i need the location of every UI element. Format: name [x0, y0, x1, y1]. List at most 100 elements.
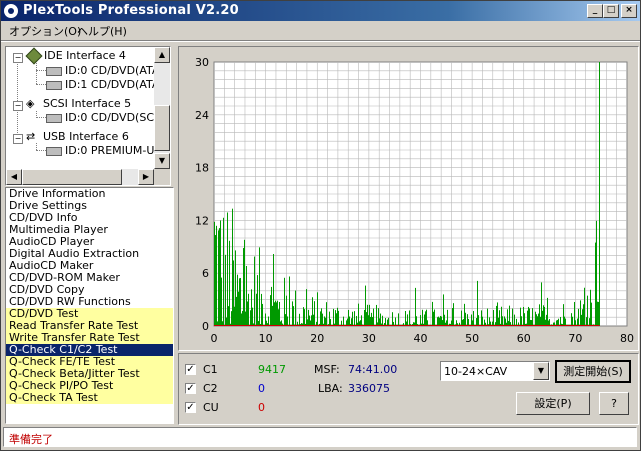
c1-bar: [361, 315, 362, 326]
collapse-scsi-icon[interactable]: −: [13, 101, 23, 111]
chevron-down-icon[interactable]: ▼: [533, 362, 549, 380]
tree-node-usb-interface[interactable]: ⇄ USB Interface 6: [26, 130, 129, 144]
cd-drive-icon: [46, 66, 62, 76]
c1-bar: [564, 316, 565, 326]
tree-vertical-scrollbar[interactable]: ▲ ▼: [154, 47, 170, 169]
c1-bar: [252, 307, 253, 326]
device-tree[interactable]: − IDE Interface 4 ID:0 CD/DVD(ATA ID:1 C…: [5, 46, 171, 186]
scroll-up-icon[interactable]: ▲: [154, 47, 170, 63]
c1-bar: [520, 307, 521, 326]
c1-bar: [317, 292, 318, 326]
tree-node-usb-id0[interactable]: ID:0 PREMIUM-U: [46, 144, 154, 158]
y-tick-label: 0: [202, 320, 209, 333]
collapse-usb-icon[interactable]: −: [13, 134, 23, 144]
c1-bar: [528, 306, 529, 326]
tree-horizontal-scrollbar[interactable]: ◀ ▶: [6, 169, 154, 185]
tree-node-ide-id1[interactable]: ID:1 CD/DVD(ATA: [46, 78, 154, 92]
tree-node-scsi-interface[interactable]: ◈ SCSI Interface 5: [26, 97, 131, 111]
c1-bar: [538, 313, 539, 326]
c1-bar: [231, 311, 232, 326]
c1-bar: [541, 282, 542, 326]
c2-checkbox[interactable]: ✓: [185, 383, 196, 394]
usb-interface-icon: ⇄: [26, 130, 36, 143]
c1-bar: [261, 293, 262, 326]
c1-bar: [247, 301, 248, 326]
collapse-ide-icon[interactable]: −: [13, 53, 23, 63]
c1-bar: [499, 310, 500, 326]
c1-bar: [586, 317, 587, 326]
title-bar[interactable]: PlexTools Professional V2.20 _ □ ×: [1, 1, 640, 21]
c1-bar: [343, 316, 344, 326]
x-tick-label: 40: [414, 332, 428, 345]
c1-bar: [272, 305, 273, 326]
y-tick-label: 30: [195, 56, 209, 69]
c1-bar: [365, 285, 366, 326]
c1-bar: [464, 303, 465, 326]
c1-bar: [239, 278, 240, 326]
speed-select[interactable]: 10-24×CAV ▼: [440, 361, 550, 381]
c1-bar: [496, 305, 497, 326]
c1-bar: [489, 317, 490, 326]
c1-checkbox[interactable]: ✓: [185, 364, 196, 375]
tree-node-ide-id0[interactable]: ID:0 CD/DVD(ATA: [46, 64, 154, 78]
c1-bar: [409, 310, 410, 326]
function-list[interactable]: Drive Information Drive Settings CD/DVD In…: [5, 187, 174, 424]
c1-bar: [514, 314, 515, 326]
c1-bar: [336, 313, 337, 326]
c1-bar: [268, 316, 269, 326]
c1-bar: [228, 306, 229, 326]
c1-bar: [308, 309, 309, 326]
menu-options[interactable]: オプション(O): [9, 23, 81, 39]
c1-bar: [216, 225, 217, 326]
c1-bar: [238, 291, 239, 326]
c1-bar: [348, 309, 349, 326]
scroll-down-icon[interactable]: ▼: [154, 153, 170, 169]
cu-count: 0: [258, 401, 265, 414]
c1-bar: [560, 316, 561, 326]
c1-bar: [540, 316, 541, 326]
help-button[interactable]: ?: [599, 392, 629, 415]
c1-bar: [477, 280, 478, 326]
cu-checkbox[interactable]: ✓: [185, 402, 196, 413]
menu-help[interactable]: ヘルプ(H): [77, 23, 127, 39]
c1-bar: [235, 250, 236, 326]
c1-bar: [398, 313, 399, 326]
scsi-interface-icon: ◈: [26, 97, 35, 110]
tree-node-ide-interface[interactable]: IDE Interface 4: [25, 47, 126, 65]
scroll-thumb[interactable]: [22, 169, 122, 185]
c1-bar: [370, 316, 371, 326]
function-list-item[interactable]: Q-Check TA Test: [6, 392, 173, 404]
c1-bar: [509, 305, 510, 326]
c1-bar: [368, 315, 369, 326]
c1-bar: [354, 311, 355, 326]
tree-line: [36, 117, 46, 118]
c1-bar: [356, 315, 357, 326]
c1-bar: [599, 62, 600, 326]
scrollbar-corner: [154, 169, 170, 185]
start-measure-button[interactable]: 測定開始(S): [555, 360, 631, 383]
close-button[interactable]: ×: [621, 4, 637, 18]
msf-value: 74:41.00: [348, 363, 398, 376]
c1-bar: [571, 313, 572, 326]
c1-bar: [578, 308, 579, 326]
c1-bar: [244, 239, 245, 326]
scroll-thumb[interactable]: [154, 105, 170, 151]
c1-bar: [270, 295, 271, 326]
maximize-button[interactable]: □: [603, 4, 619, 18]
scroll-left-icon[interactable]: ◀: [6, 169, 22, 185]
c1-bar: [225, 254, 226, 326]
c1-bar: [330, 319, 331, 326]
c1-bar: [241, 313, 242, 326]
c1-bar: [434, 309, 435, 326]
minimize-button[interactable]: _: [587, 4, 603, 18]
speed-select-value: 10-24×CAV: [444, 365, 508, 378]
settings-button[interactable]: 設定(P): [516, 392, 590, 415]
c1-bar: [598, 301, 599, 326]
y-tick-label: 18: [195, 162, 209, 175]
c1-bar: [405, 310, 406, 326]
cd-drive-icon: [46, 146, 62, 156]
tree-line: [36, 150, 46, 151]
tree-node-scsi-id0[interactable]: ID:0 CD/DVD(SCS: [46, 111, 154, 125]
scroll-right-icon[interactable]: ▶: [138, 169, 154, 185]
tree-node-label: SCSI Interface 5: [43, 97, 132, 110]
